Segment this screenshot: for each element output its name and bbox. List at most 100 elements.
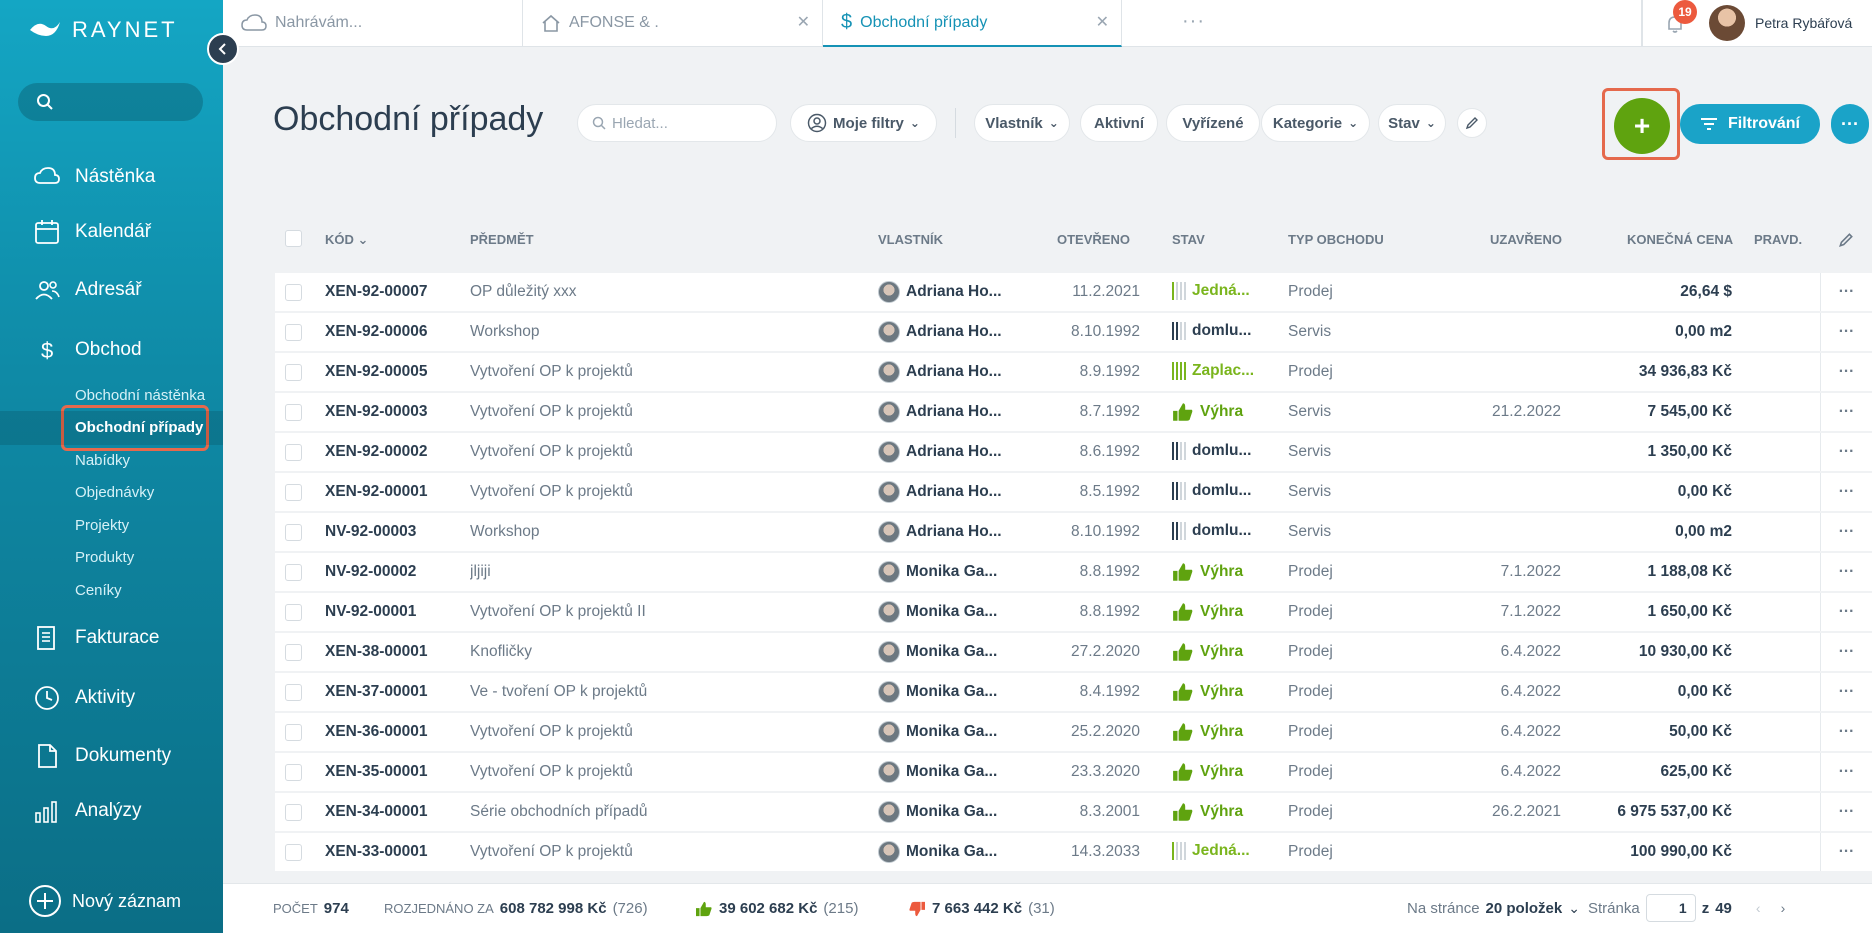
edit-filters-button[interactable] [1457, 108, 1487, 138]
row-owner[interactable]: Adriana Ho... [878, 361, 1028, 383]
row-subject[interactable]: OP důležitý xxx [470, 283, 870, 301]
my-filters-button[interactable]: Moje filtry ⌄ [790, 104, 937, 142]
table-row[interactable]: XEN-92-00003 Vytvoření OP k projektů Adr… [275, 393, 1872, 431]
row-checkbox[interactable] [285, 564, 302, 581]
row-subject[interactable]: Vytvoření OP k projektů [470, 363, 870, 381]
row-checkbox[interactable] [285, 524, 302, 541]
row-code[interactable]: NV-92-00002 [325, 563, 416, 581]
row-owner[interactable]: Adriana Ho... [878, 481, 1028, 503]
sidebar-item-2[interactable]: Adresář [0, 270, 223, 310]
row-more-button[interactable]: ··· [1820, 833, 1872, 871]
sidebar-item-4[interactable]: Fakturace [0, 618, 223, 658]
row-more-button[interactable]: ··· [1820, 793, 1872, 831]
row-code[interactable]: XEN-36-00001 [325, 723, 428, 741]
sidebar-collapse-button[interactable] [207, 33, 239, 65]
row-checkbox[interactable] [285, 644, 302, 661]
row-code[interactable]: NV-92-00003 [325, 523, 416, 541]
more-actions-button[interactable]: ··· [1831, 104, 1869, 144]
row-more-button[interactable]: ··· [1820, 313, 1872, 351]
row-code[interactable]: XEN-34-00001 [325, 803, 428, 821]
column-header-code[interactable]: KÓD ⌄ [325, 232, 368, 248]
row-code[interactable]: XEN-37-00001 [325, 683, 428, 701]
row-owner[interactable]: Monika Ga... [878, 641, 1028, 663]
row-owner[interactable]: Monika Ga... [878, 721, 1028, 743]
row-owner[interactable]: Adriana Ho... [878, 521, 1028, 543]
sidebar-search-input[interactable] [18, 83, 203, 121]
quick-filter-1[interactable]: Aktivní [1080, 104, 1158, 142]
column-header-owner[interactable]: VLASTNÍK [878, 232, 943, 247]
sidebar-subitem-6[interactable]: Ceníky [75, 579, 122, 603]
row-subject[interactable]: Vytvoření OP k projektů [470, 403, 870, 421]
row-subject[interactable]: Vytvoření OP k projektů [470, 443, 870, 461]
table-row[interactable]: XEN-34-00001 Série obchodních případů Mo… [275, 793, 1872, 831]
row-more-button[interactable]: ··· [1820, 633, 1872, 671]
row-subject[interactable]: Vytvoření OP k projektů II [470, 603, 870, 621]
row-subject[interactable]: Knofličky [470, 643, 870, 661]
table-row[interactable]: XEN-37-00001 Ve - tvoření OP k projektů … [275, 673, 1872, 711]
sidebar-subitem-3[interactable]: Objednávky [75, 481, 154, 505]
close-icon[interactable]: ✕ [1096, 12, 1109, 32]
per-page-select[interactable]: Na stránce 20 položek ⌄ [1407, 900, 1580, 917]
row-subject[interactable]: Série obchodních případů [470, 803, 870, 821]
column-header-closed[interactable]: UZAVŘENO [1490, 232, 1562, 247]
chevron-right-icon[interactable]: › [1781, 900, 1786, 916]
table-row[interactable]: XEN-36-00001 Vytvoření OP k projektů Mon… [275, 713, 1872, 751]
quick-filter-0[interactable]: Vlastník ⌄ [974, 104, 1070, 142]
row-more-button[interactable]: ··· [1820, 473, 1872, 511]
column-header-subject[interactable]: PŘEDMĚT [470, 232, 534, 247]
avatar[interactable] [1709, 5, 1745, 41]
row-owner[interactable]: Adriana Ho... [878, 441, 1028, 463]
row-more-button[interactable]: ··· [1820, 753, 1872, 791]
column-header-probability[interactable]: PRAVD. [1754, 232, 1802, 247]
row-subject[interactable]: Workshop [470, 523, 870, 541]
row-more-button[interactable]: ··· [1820, 513, 1872, 551]
column-header-opened[interactable]: OTEVŘENO [1057, 232, 1130, 247]
row-checkbox[interactable] [285, 724, 302, 741]
table-row[interactable]: XEN-92-00006 Workshop Adriana Ho... 8.10… [275, 313, 1872, 351]
row-owner[interactable]: Monika Ga... [878, 761, 1028, 783]
row-subject[interactable]: jljiji [470, 563, 870, 581]
table-row[interactable]: XEN-38-00001 Knofličky Monika Ga... 27.2… [275, 633, 1872, 671]
table-row[interactable]: XEN-92-00005 Vytvoření OP k projektů Adr… [275, 353, 1872, 391]
table-row[interactable]: XEN-92-00002 Vytvoření OP k projektů Adr… [275, 433, 1872, 471]
tab-business-cases[interactable]: $ Obchodní případy ✕ [823, 0, 1122, 47]
row-checkbox[interactable] [285, 364, 302, 381]
search-input[interactable]: Hledat... [577, 104, 777, 142]
table-row[interactable]: XEN-92-00001 Vytvoření OP k projektů Adr… [275, 473, 1872, 511]
row-checkbox[interactable] [285, 804, 302, 821]
row-checkbox[interactable] [285, 324, 302, 341]
row-more-button[interactable]: ··· [1820, 353, 1872, 391]
row-checkbox[interactable] [285, 604, 302, 621]
row-code[interactable]: XEN-92-00006 [325, 323, 428, 341]
logo[interactable]: RAYNET [28, 14, 178, 46]
sidebar-item-3[interactable]: $ Obchod [0, 330, 223, 370]
chevron-left-icon[interactable]: ‹ [1756, 900, 1761, 916]
table-row[interactable]: NV-92-00003 Workshop Adriana Ho... 8.10.… [275, 513, 1872, 551]
more-tabs-icon[interactable]: ··· [1182, 10, 1205, 33]
row-owner[interactable]: Monika Ga... [878, 681, 1028, 703]
quick-filter-2[interactable]: Vyřízené [1166, 104, 1260, 142]
sidebar-item-7[interactable]: Analýzy [0, 791, 223, 831]
sidebar-item-0[interactable]: Nástěnka [0, 157, 223, 197]
add-button[interactable]: + [1614, 98, 1670, 154]
row-owner[interactable]: Monika Ga... [878, 601, 1028, 623]
sidebar-subitem-2[interactable]: Nabídky [75, 449, 130, 473]
filter-button[interactable]: Filtrování [1680, 104, 1820, 144]
row-checkbox[interactable] [285, 404, 302, 421]
row-more-button[interactable]: ··· [1820, 393, 1872, 431]
quick-filter-4[interactable]: Stav ⌄ [1378, 104, 1446, 142]
row-checkbox[interactable] [285, 764, 302, 781]
sidebar-item-6[interactable]: Dokumenty [0, 736, 223, 776]
row-subject[interactable]: Ve - tvoření OP k projektů [470, 683, 870, 701]
sidebar-item-5[interactable]: Aktivity [0, 678, 223, 718]
row-code[interactable]: XEN-92-00002 [325, 443, 428, 461]
sidebar-subitem-5[interactable]: Produkty [75, 546, 134, 570]
row-code[interactable]: XEN-92-00003 [325, 403, 428, 421]
table-row[interactable]: XEN-35-00001 Vytvoření OP k projektů Mon… [275, 753, 1872, 791]
sidebar-subitem-0[interactable]: Obchodní nástěnka [75, 384, 205, 408]
sidebar-item-1[interactable]: Kalendář [0, 212, 223, 252]
column-header-price[interactable]: KONEČNÁ CENA [1627, 232, 1733, 247]
table-row[interactable]: NV-92-00001 Vytvoření OP k projektů II M… [275, 593, 1872, 631]
row-owner[interactable]: Adriana Ho... [878, 281, 1028, 303]
row-checkbox[interactable] [285, 284, 302, 301]
